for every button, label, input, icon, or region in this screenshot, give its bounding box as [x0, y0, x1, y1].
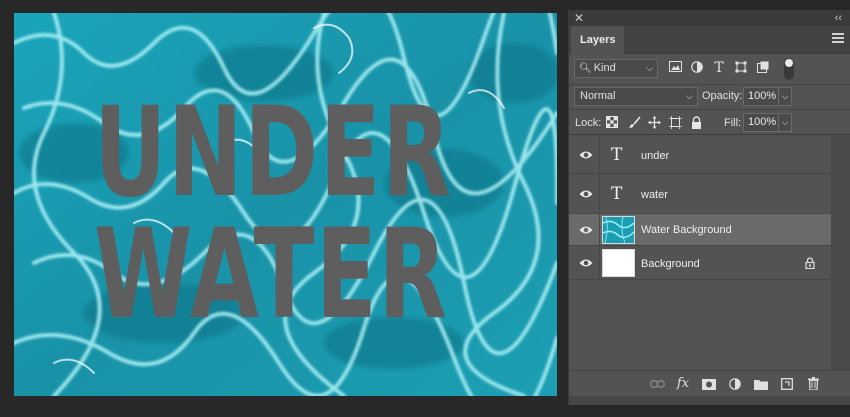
lock-position-icon[interactable] — [647, 114, 661, 130]
layer-name[interactable]: water — [641, 188, 668, 202]
document-canvas[interactable]: UNDER WATER — [14, 13, 557, 396]
new-layer-icon[interactable] — [779, 376, 795, 392]
lock-transparent-pixels-icon[interactable] — [605, 114, 619, 130]
smart-object-filter-icon[interactable] — [756, 61, 770, 75]
visibility-eye-icon[interactable] — [579, 258, 593, 268]
layer-row-under[interactable]: T under — [569, 136, 831, 174]
tab-layers[interactable]: Layers — [571, 26, 625, 54]
blend-mode-value: Normal — [580, 90, 616, 102]
adjustment-icon[interactable] — [727, 376, 743, 392]
folder-icon[interactable] — [753, 376, 769, 392]
lock-image-pixels-icon[interactable] — [627, 114, 641, 130]
visibility-eye-icon[interactable] — [579, 189, 593, 199]
close-panel-icon[interactable]: ✕ — [574, 10, 584, 26]
layers-list: T under T water Water Background Backgro… — [569, 136, 850, 376]
fx-icon[interactable]: fx — [675, 376, 691, 392]
type-filter-icon[interactable]: T — [712, 61, 726, 75]
lock-all-icon[interactable] — [689, 114, 703, 130]
opacity-input[interactable]: 100% — [743, 87, 779, 106]
lock-artboard-icon[interactable] — [668, 114, 682, 130]
filter-kind-label: Kind — [593, 62, 616, 74]
layer-row-water[interactable]: T water — [569, 174, 831, 214]
fill-label: Fill: — [724, 117, 742, 129]
visibility-eye-icon[interactable] — [579, 225, 593, 235]
mask-icon[interactable] — [701, 376, 717, 392]
layer-thumbnail — [602, 249, 635, 277]
layer-name[interactable]: under — [641, 149, 669, 163]
blend-mode-select[interactable]: Normal ⌵ — [574, 87, 698, 106]
image-filter-icon[interactable] — [668, 61, 682, 75]
panel-menu-icon[interactable] — [832, 33, 844, 43]
search-icon: 🔍︎ — [579, 63, 592, 74]
filter-toggle-switch[interactable] — [784, 58, 794, 80]
filter-kind-select[interactable]: 🔍︎ Kind ⌵ — [574, 59, 658, 78]
water-texture-image — [14, 13, 557, 396]
chevron-down-icon: ⌵ — [646, 63, 653, 73]
lock-label: Lock: — [575, 117, 602, 129]
trash-icon[interactable] — [805, 376, 821, 392]
adjustment-filter-icon[interactable] — [690, 61, 704, 75]
chevron-down-icon: ⌵ — [686, 91, 693, 101]
lock-row: Lock: Fill: 100% ⌵ — [569, 109, 850, 135]
layers-bottom-toolbar: fx — [569, 370, 850, 396]
lock-icon[interactable] — [805, 257, 815, 270]
type-layer-icon: T — [611, 184, 623, 204]
shape-filter-icon[interactable] — [734, 61, 748, 75]
photoshop-workspace: UNDER WATER ✕ ‹‹ Layers 🔍︎ Kind ⌵ T Norm… — [0, 0, 850, 417]
collapse-panel-icon[interactable]: ‹‹ — [835, 10, 842, 26]
layer-row-water-background[interactable]: Water Background — [569, 214, 831, 246]
layer-row-background[interactable]: Background — [569, 246, 831, 280]
link-icon[interactable] — [649, 376, 665, 392]
type-layer-icon: T — [611, 145, 623, 165]
fill-input[interactable]: 100% — [743, 113, 779, 132]
layer-filter-row: 🔍︎ Kind ⌵ T — [569, 56, 850, 82]
layer-name[interactable]: Background — [641, 257, 700, 271]
panel-title-bar: ✕ ‹‹ — [569, 10, 850, 26]
opacity-dropdown-icon[interactable]: ⌵ — [778, 87, 792, 106]
layers-panel: ✕ ‹‹ Layers 🔍︎ Kind ⌵ T Normal ⌵ Opacity… — [568, 10, 850, 405]
blend-mode-row: Normal ⌵ Opacity: 100% ⌵ — [569, 84, 850, 108]
visibility-eye-icon[interactable] — [579, 150, 593, 160]
layer-name[interactable]: Water Background — [641, 223, 732, 237]
layers-scrollbar[interactable] — [831, 136, 850, 376]
panel-tab-bar: Layers — [569, 26, 850, 54]
layer-thumbnail — [602, 216, 635, 244]
opacity-label: Opacity: — [702, 90, 743, 102]
fill-dropdown-icon[interactable]: ⌵ — [778, 113, 792, 132]
